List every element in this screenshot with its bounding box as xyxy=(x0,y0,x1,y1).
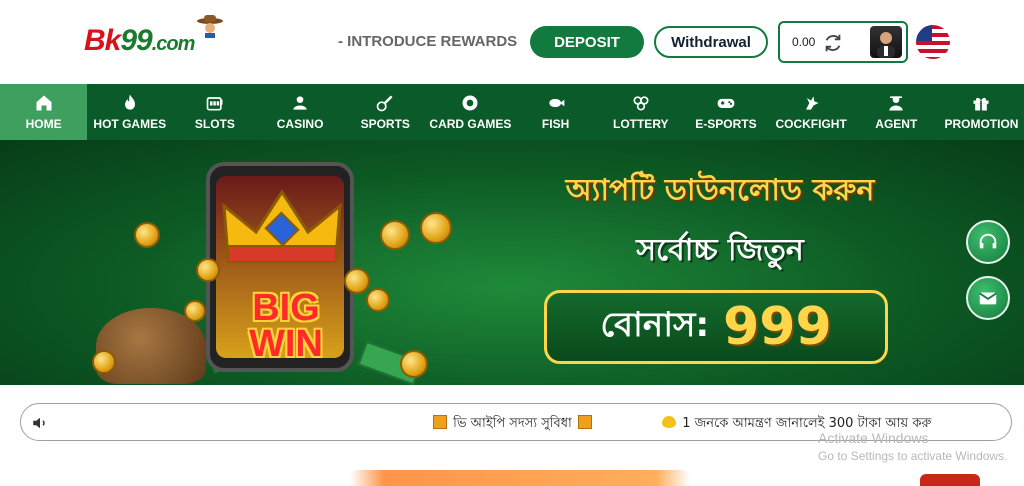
sports-icon xyxy=(376,95,393,112)
banner-title: অ্যাপটি ডাউনলোড করুন xyxy=(565,173,875,208)
avatar[interactable] xyxy=(870,26,902,58)
bonus-label: বোনাস: xyxy=(600,304,710,345)
nav-item-lottery[interactable]: LOTTERY xyxy=(598,84,683,140)
bonus-badge: বোনাস: 999 xyxy=(544,290,888,364)
coin-image xyxy=(344,268,370,294)
user-avatar-icon xyxy=(877,32,895,58)
nav-item-promotion[interactable]: PROMOTION xyxy=(939,84,1024,140)
coin-image xyxy=(400,350,428,378)
home-icon xyxy=(36,95,52,111)
agent-icon xyxy=(889,96,903,111)
gift-icon xyxy=(973,97,989,111)
main-nav: HOME HOT GAMES SLOTS CASINO SPORTS CARD … xyxy=(0,84,1024,140)
nav-item-sports[interactable]: SPORTS xyxy=(343,84,428,140)
promo-banner[interactable]: BIG WIN অ্যাপটি ডাউনলোড করুন সর্বোচ্চ জি… xyxy=(0,140,1024,385)
nav-item-casino[interactable]: CASINO xyxy=(258,84,343,140)
speaker-icon xyxy=(33,417,45,429)
nav-item-hot-games[interactable]: HOT GAMES xyxy=(87,84,172,140)
fire-icon xyxy=(124,94,135,110)
nav-item-slots[interactable]: SLOTS xyxy=(172,84,257,140)
headset-icon xyxy=(979,233,997,249)
coin-image xyxy=(420,212,452,244)
refresh-icon[interactable] xyxy=(822,32,844,54)
nav-item-card-games[interactable]: CARD GAMES xyxy=(428,84,513,140)
gift-icon xyxy=(577,415,592,429)
banner-subtitle: সর্বোচ্চ জিতুন xyxy=(636,233,804,268)
coin-image xyxy=(380,220,410,250)
message-button[interactable] xyxy=(966,276,1010,320)
gamepad-icon xyxy=(717,98,735,108)
live-support-button[interactable] xyxy=(966,220,1010,264)
balance-value: 0.00 xyxy=(792,35,816,49)
slot-machine-icon xyxy=(206,97,223,111)
balance-widget: 0.00 xyxy=(778,21,908,63)
nav-item-home[interactable]: HOME xyxy=(0,84,88,140)
heart-icon xyxy=(662,416,677,428)
envelope-icon xyxy=(979,292,997,305)
deposit-button[interactable]: DEPOSIT xyxy=(530,26,644,58)
coin-image xyxy=(366,288,390,312)
nav-item-e-sports[interactable]: E-SPORTS xyxy=(683,84,768,140)
big-win-text: BIG WIN xyxy=(249,287,323,365)
crown-icon xyxy=(222,189,342,263)
site-logo[interactable]: Bk99.com xyxy=(84,15,223,58)
nav-item-cockfight[interactable]: COCKFIGHT xyxy=(769,84,854,140)
nav-item-agent[interactable]: AGENT xyxy=(854,84,939,140)
fish-icon xyxy=(548,98,564,108)
bonus-value: 999 xyxy=(723,297,832,357)
us-flag-icon[interactable] xyxy=(916,25,950,59)
coin-image xyxy=(196,258,220,282)
nav-item-fish[interactable]: FISH xyxy=(513,84,598,140)
coin-image xyxy=(92,350,116,374)
next-section-image-peek xyxy=(920,474,980,486)
casino-dealer-icon xyxy=(293,96,307,110)
windows-activation-watermark: Activate Windows Go to Settings to activ… xyxy=(818,430,1008,463)
next-section-banner-peek xyxy=(350,470,690,486)
lottery-balls-icon xyxy=(633,96,649,111)
coin-image xyxy=(184,300,206,322)
rooster-icon xyxy=(806,96,819,110)
withdrawal-button[interactable]: Withdrawal xyxy=(654,26,768,58)
gift-icon xyxy=(433,415,447,429)
header: Bk99.com - INTRODUCE REWARDS DEPOSIT Wit… xyxy=(0,0,1024,84)
poker-chip-icon xyxy=(462,95,478,111)
introduce-rewards-link[interactable]: - INTRODUCE REWARDS xyxy=(338,33,517,50)
coin-image xyxy=(134,222,160,248)
cowboy-mascot-icon xyxy=(197,15,223,38)
